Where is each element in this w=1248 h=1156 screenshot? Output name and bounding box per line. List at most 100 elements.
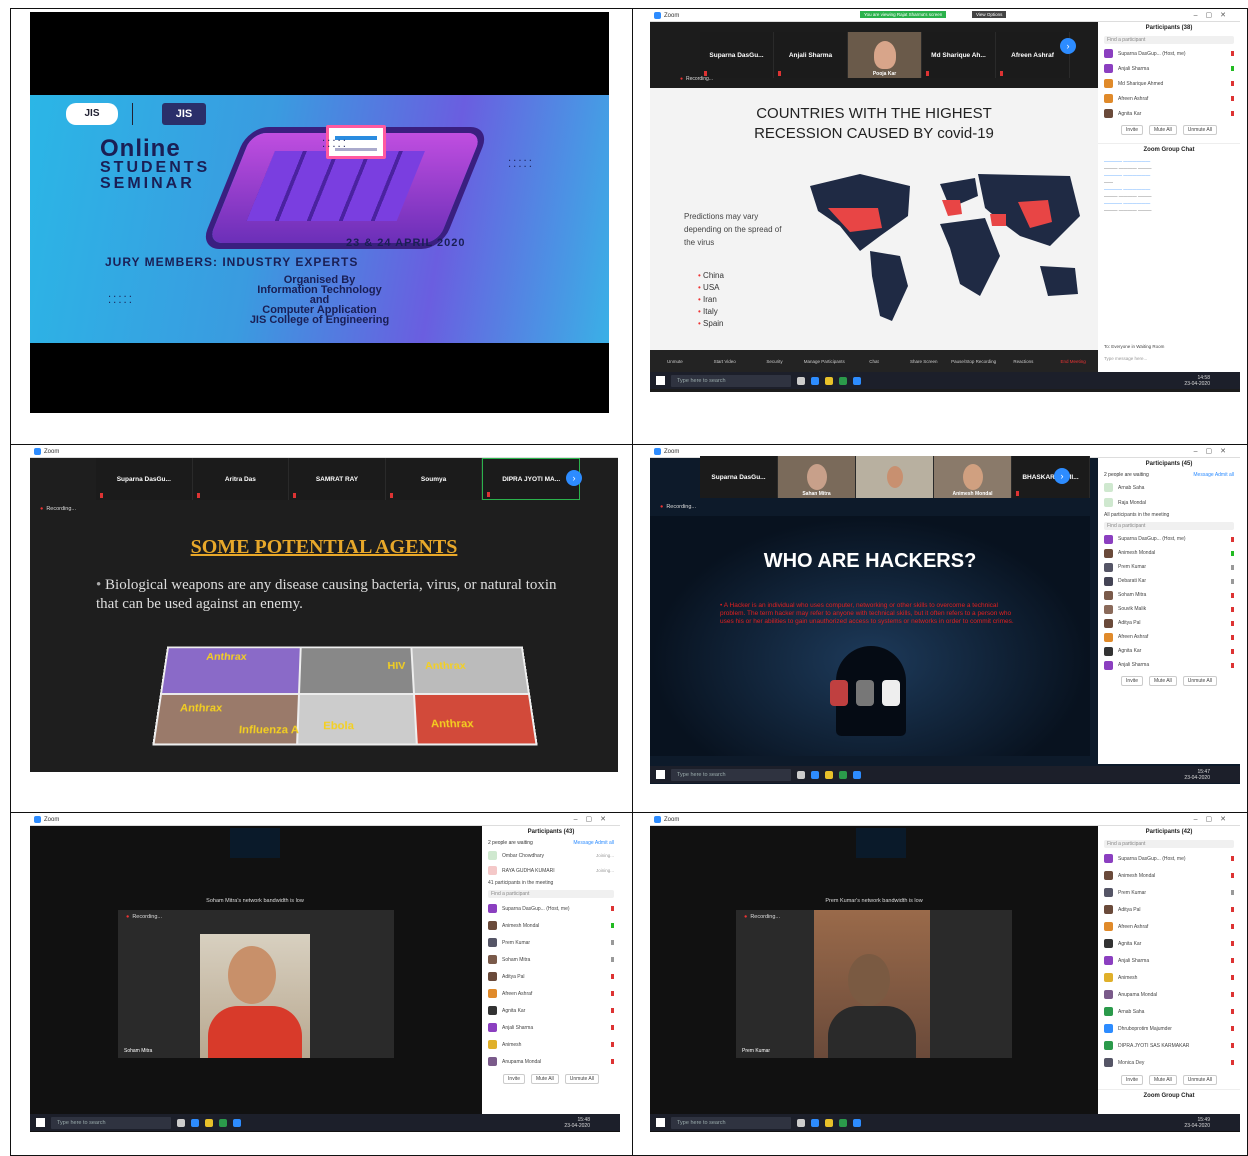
taskbar-search[interactable]: Type here to search xyxy=(51,1116,171,1129)
message-button[interactable]: Message xyxy=(1193,472,1213,478)
participant-row[interactable]: Prem Kumar xyxy=(482,934,620,951)
view-options-button[interactable]: View Options xyxy=(972,11,1007,18)
windows-start-icon[interactable] xyxy=(656,770,665,779)
chat-button[interactable]: Chat xyxy=(849,359,899,364)
participant-row[interactable]: Anupama Mondal xyxy=(482,1053,620,1070)
invite-button[interactable]: Invite xyxy=(1121,676,1143,686)
participant-row[interactable]: Arnab Saha xyxy=(1098,1003,1240,1020)
participant-row[interactable]: Animesh Mondal xyxy=(482,917,620,934)
zoom-taskbar-icon[interactable] xyxy=(853,376,861,385)
active-video[interactable]: Recording... Soham Mitra xyxy=(118,910,394,1058)
unmute-all-button[interactable]: Unmute All xyxy=(1182,1075,1217,1085)
chrome-icon[interactable] xyxy=(205,1118,213,1127)
participant-row[interactable]: Animesh xyxy=(1098,969,1240,986)
reactions-button[interactable]: Reactions xyxy=(998,359,1048,364)
participant-row[interactable]: Animesh xyxy=(482,1036,620,1053)
next-page-icon[interactable]: › xyxy=(1060,38,1076,54)
video-tile[interactable]: BHASKAR KAMI... xyxy=(1012,456,1090,498)
video-tile[interactable]: Suparna DasGu... xyxy=(700,32,774,78)
excel-icon[interactable] xyxy=(219,1118,227,1127)
participant-row[interactable]: Aditya Pal xyxy=(1098,901,1240,918)
video-tile[interactable]: Suparna DasGu... xyxy=(96,458,193,500)
taskview-icon[interactable] xyxy=(177,1118,185,1127)
video-tile[interactable]: Animesh Mondal xyxy=(934,456,1012,498)
participant-row[interactable]: Monica Dey xyxy=(1098,1054,1240,1071)
participant-row[interactable]: Afreen Ashraf xyxy=(482,985,620,1002)
video-tile[interactable]: Sahan Mitra xyxy=(778,456,856,498)
mute-all-button[interactable]: Mute All xyxy=(530,1074,559,1084)
waiting-row[interactable]: Raja Mondal xyxy=(1098,495,1240,510)
edge-icon[interactable] xyxy=(811,1118,819,1127)
chrome-icon[interactable] xyxy=(825,376,833,385)
edge-icon[interactable] xyxy=(811,376,819,385)
participant-row[interactable]: Agnita Kar xyxy=(482,1002,620,1019)
waiting-row[interactable]: RAYA GUDHA KUMARI Joining... xyxy=(482,863,620,878)
shared-thumbnail[interactable] xyxy=(856,828,906,858)
find-participant-input[interactable]: Find a participant xyxy=(488,890,614,898)
taskview-icon[interactable] xyxy=(797,376,805,385)
recording-indicator[interactable]: Recording... xyxy=(660,504,696,510)
end-meeting-button[interactable]: End Meeting xyxy=(1048,359,1098,364)
participant-row[interactable]: Soham Mitra xyxy=(482,951,620,968)
video-tile[interactable] xyxy=(856,456,934,498)
mute-all-button[interactable]: Mute All xyxy=(1148,676,1177,686)
video-tile[interactable]: Pooja Kar xyxy=(848,32,922,78)
next-page-icon[interactable]: › xyxy=(1054,468,1070,484)
excel-icon[interactable] xyxy=(839,770,847,779)
mute-all-button[interactable]: Mute All xyxy=(1148,125,1177,135)
message-button[interactable]: Message xyxy=(573,840,593,846)
chat-input[interactable]: Type message here... xyxy=(1104,356,1147,361)
edge-icon[interactable] xyxy=(811,770,819,779)
invite-button[interactable]: Invite xyxy=(1121,125,1143,135)
waiting-row[interactable]: Arnab Saha xyxy=(1098,480,1240,495)
recording-indicator[interactable]: Recording... xyxy=(40,506,76,512)
windows-start-icon[interactable] xyxy=(36,1118,45,1127)
recording-button[interactable]: Pause/Stop Recording xyxy=(949,359,999,364)
next-page-icon[interactable]: › xyxy=(566,470,582,486)
invite-button[interactable]: Invite xyxy=(503,1074,525,1084)
participant-row[interactable]: Afreen Ashraf xyxy=(1098,91,1240,106)
participant-row[interactable]: Prem Kumar xyxy=(1098,884,1240,901)
manage-participants-button[interactable]: Manage Participants xyxy=(799,359,849,364)
participant-row[interactable]: Suparna DasGup... (Host, me) xyxy=(1098,532,1240,546)
participant-row[interactable]: Prem Kumar xyxy=(1098,560,1240,574)
shared-thumbnail[interactable] xyxy=(230,828,280,858)
mute-all-button[interactable]: Mute All xyxy=(1148,1075,1177,1085)
unmute-all-button[interactable]: Unmute All xyxy=(1182,676,1217,686)
video-tile[interactable]: SAMRAT RAY xyxy=(289,458,386,500)
share-screen-button[interactable]: Share Screen xyxy=(899,359,949,364)
zoom-taskbar-icon[interactable] xyxy=(233,1118,241,1127)
participant-row[interactable]: Anjali Sharma xyxy=(482,1019,620,1036)
participant-row[interactable]: Suparna DasGup... (Host, me) xyxy=(482,900,620,917)
taskbar-search[interactable]: Type here to search xyxy=(671,374,791,387)
chat-recipient[interactable]: To: Everyone in Waiting Room xyxy=(1104,344,1164,349)
taskbar-search[interactable]: Type here to search xyxy=(671,1116,791,1129)
participant-row[interactable]: Anjali Sharma xyxy=(1098,61,1240,76)
find-participant-input[interactable]: Find a participant xyxy=(1104,36,1234,44)
participant-row[interactable]: Debarati Kar xyxy=(1098,574,1240,588)
participant-row[interactable]: Souvik Malik xyxy=(1098,602,1240,616)
video-tile[interactable]: Md Sharique Ah... xyxy=(922,32,996,78)
participant-row[interactable]: Dhruboprotim Majumder xyxy=(1098,1020,1240,1037)
participant-row[interactable]: Animesh Mondal xyxy=(1098,546,1240,560)
find-participant-input[interactable]: Find a participant xyxy=(1104,522,1234,530)
admit-all-button[interactable]: Admit all xyxy=(595,840,614,846)
unmute-all-button[interactable]: Unmute All xyxy=(1182,125,1217,135)
participant-row[interactable]: Animesh Mondal xyxy=(1098,867,1240,884)
waiting-row[interactable]: Ombar Chowdhary Joining... xyxy=(482,848,620,863)
unmute-all-button[interactable]: Unmute All xyxy=(564,1074,599,1084)
participant-row[interactable]: Anjali Sharma xyxy=(1098,658,1240,672)
zoom-taskbar-icon[interactable] xyxy=(853,770,861,779)
chrome-icon[interactable] xyxy=(825,770,833,779)
taskview-icon[interactable] xyxy=(797,770,805,779)
unmute-button[interactable]: Unmute xyxy=(650,359,700,364)
find-participant-input[interactable]: Find a participant xyxy=(1104,840,1234,848)
participant-row[interactable]: Agnita Kar xyxy=(1098,106,1240,121)
taskbar-search[interactable]: Type here to search xyxy=(671,768,791,781)
windows-start-icon[interactable] xyxy=(656,1118,665,1127)
participant-row[interactable]: Agnita Kar xyxy=(1098,644,1240,658)
windows-start-icon[interactable] xyxy=(656,376,665,385)
chrome-icon[interactable] xyxy=(825,1118,833,1127)
participant-row[interactable]: Agnita Kar xyxy=(1098,935,1240,952)
participant-row[interactable]: Aditya Pal xyxy=(1098,616,1240,630)
